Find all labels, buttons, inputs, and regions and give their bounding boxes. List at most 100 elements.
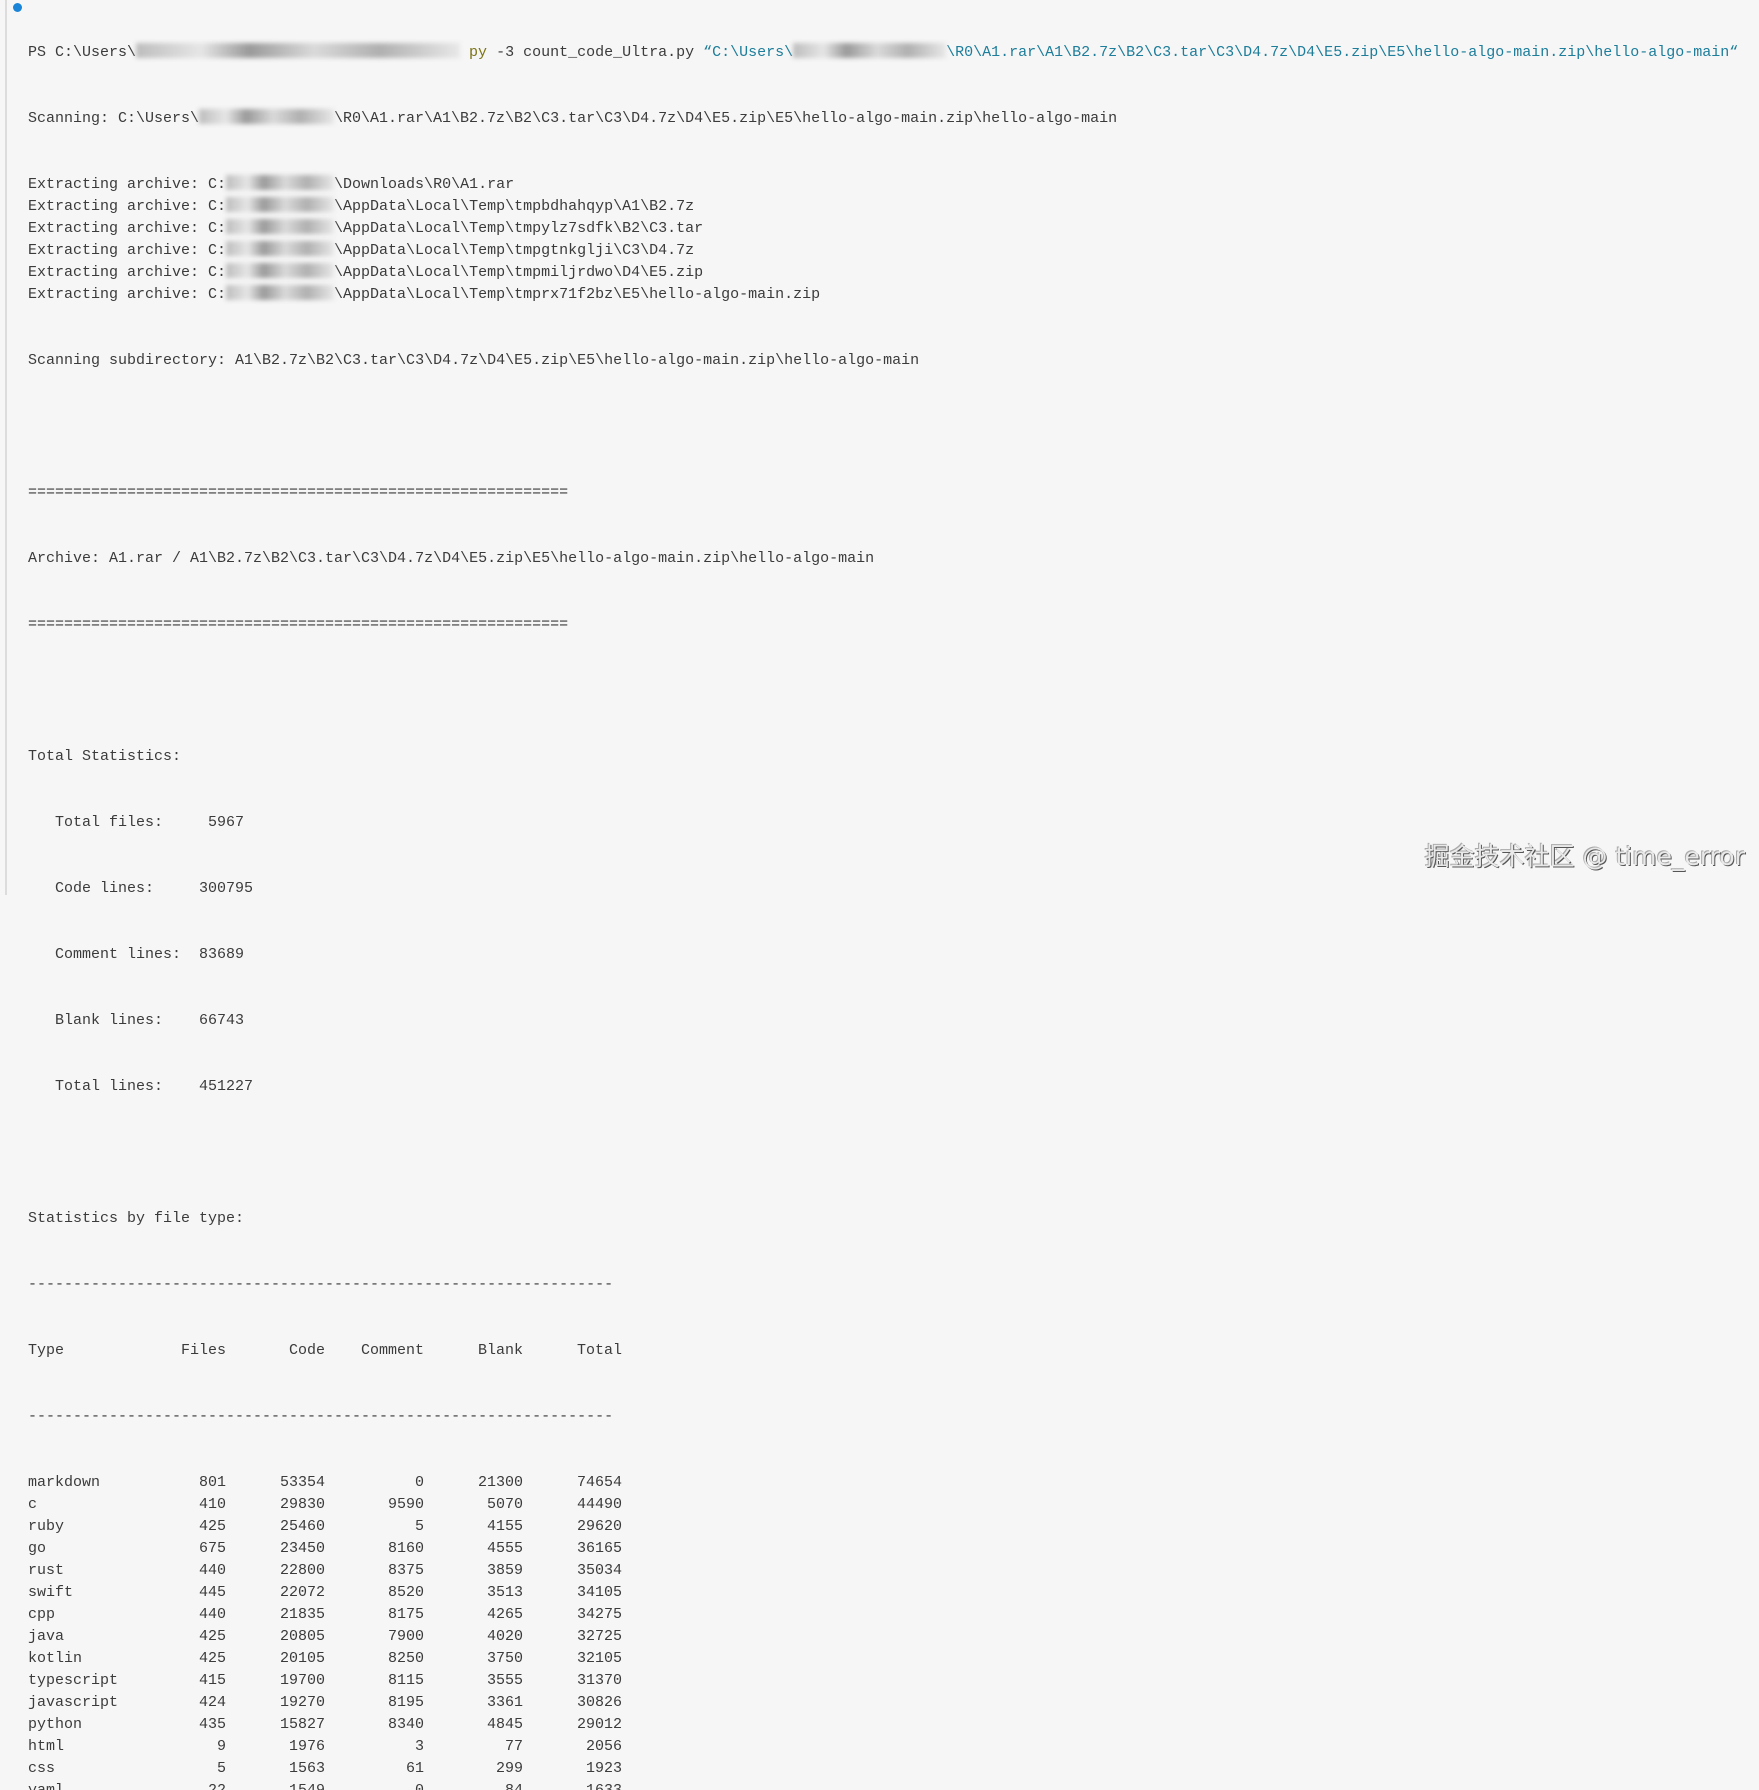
cell-blank: 21300 — [477, 1474, 523, 1491]
cell-type: python — [28, 1716, 83, 1733]
scanning-prefix: Scanning: C:\Users\ — [28, 110, 200, 127]
prompt-line: PS C:\Users\ py -3 count_code_Ultra.py “… — [28, 42, 1738, 64]
table-row: cpp 440 21835 8175 4265 34275 — [28, 1604, 1738, 1626]
redacted-path — [226, 285, 335, 300]
cell-code: 15827 — [279, 1716, 325, 1733]
extracting-line: Extracting archive: C: \AppData\Local\Tem… — [28, 196, 1738, 218]
cell-code: 1549 — [226, 1780, 325, 1790]
cell-type: go — [28, 1540, 47, 1557]
total-stats-title: Total Statistics: — [28, 748, 182, 765]
cell-code: 25460 — [279, 1518, 325, 1535]
cell-type: typescript — [28, 1672, 119, 1689]
cell-files: 675 — [198, 1540, 226, 1557]
scanning-line: Scanning: C:\Users\ \R0\A1.rar\A1\B2.7z\B… — [28, 108, 1738, 130]
cell-type: markdown — [28, 1474, 101, 1491]
extracting-suffix: \AppData\Local\Temp\tmpmiljrdwo\D4\E5.zi… — [334, 264, 704, 281]
extracting-prefix: Extracting archive: C: — [28, 198, 227, 215]
cell-files: 410 — [198, 1496, 226, 1513]
extracting-line: Extracting archive: C: \Downloads\R0\A1.r… — [28, 174, 1738, 196]
cell-blank: 4155 — [486, 1518, 523, 1535]
stat-code-lines: Code lines: 300795 — [28, 880, 254, 897]
cell-comment: 5 — [414, 1518, 424, 1535]
extracting-suffix: \AppData\Local\Temp\tmpylz7sdfk\B2\C3.ta… — [334, 220, 704, 237]
cell-comment: 7900 — [387, 1628, 424, 1645]
cell-total: 36165 — [576, 1540, 622, 1557]
cell-comment: 3 — [414, 1738, 424, 1755]
command-path-arg-end: \R0\A1.rar\A1\B2.7z\B2\C3.tar\C3\D4.7z\D… — [946, 44, 1739, 61]
cell-type: java — [28, 1628, 65, 1645]
table-row: go 675 23450 8160 4555 36165 — [28, 1538, 1738, 1560]
cell-comment: 0 — [325, 1780, 424, 1790]
cell-comment: 9590 — [387, 1496, 424, 1513]
cell-files: 440 — [198, 1562, 226, 1579]
stat-blank-lines: Blank lines: 66743 — [28, 1012, 245, 1029]
redacted-path — [226, 197, 335, 212]
cell-files: 424 — [198, 1694, 226, 1711]
cell-comment: 8340 — [387, 1716, 424, 1733]
cell-code: 19270 — [279, 1694, 325, 1711]
table-header: Type Files Code Comment Blank Total — [28, 1340, 1738, 1362]
table-row: html 9 1976 3 77 2056 — [28, 1736, 1738, 1758]
cell-blank: 5070 — [486, 1496, 523, 1513]
cell-blank: 4020 — [486, 1628, 523, 1645]
cell-files: 5 — [216, 1760, 226, 1777]
cell-code: 1563 — [288, 1760, 325, 1777]
table-row: rust 440 22800 8375 3859 35034 — [28, 1560, 1738, 1582]
cell-comment: 61 — [405, 1760, 424, 1777]
extracting-suffix: \AppData\Local\Temp\tmprx71f2bz\E5\hello… — [334, 286, 821, 303]
extracting-line: Extracting archive: C: \AppData\Local\Tem… — [28, 284, 1738, 306]
cell-code: 20105 — [279, 1650, 325, 1667]
cell-type: html — [28, 1738, 65, 1755]
cell-blank: 84 — [424, 1780, 523, 1790]
command-status-dot-icon[interactable] — [13, 3, 22, 12]
table-row: yaml2215490841633 — [28, 1780, 1738, 1790]
redacted-path — [226, 219, 335, 234]
terminal-output[interactable]: PS C:\Users\ py -3 count_code_Ultra.py “… — [28, 0, 1738, 1790]
table-row: kotlin 425 20105 8250 3750 32105 — [28, 1648, 1738, 1670]
separator: ----------------------------------------… — [28, 1408, 614, 1425]
table-row: swift 445 22072 8520 3513 34105 — [28, 1582, 1738, 1604]
table-row: typescript 415 19700 8115 3555 31370 — [28, 1670, 1738, 1692]
cell-total: 44490 — [576, 1496, 622, 1513]
table-row: python 435 15827 8340 4845 29012 — [28, 1714, 1738, 1736]
cell-total: 1923 — [585, 1760, 622, 1777]
table-row: c 410 29830 9590 5070 44490 — [28, 1494, 1738, 1516]
separator: ========================================… — [28, 484, 569, 501]
cell-blank: 299 — [495, 1760, 523, 1777]
redacted-path — [226, 241, 335, 256]
extracting-prefix: Extracting archive: C: — [28, 286, 227, 303]
cell-comment: 0 — [414, 1474, 424, 1491]
cell-total: 29620 — [576, 1518, 622, 1535]
cell-blank: 3513 — [486, 1584, 523, 1601]
archive-line: Archive: A1.rar / A1\B2.7z\B2\C3.tar\C3\… — [28, 550, 875, 567]
by-type-title: Statistics by file type: — [28, 1210, 245, 1227]
redacted-path — [226, 263, 335, 278]
cell-blank: 3555 — [486, 1672, 523, 1689]
cell-blank: 4265 — [486, 1606, 523, 1623]
redacted-path — [199, 109, 335, 124]
cell-type: javascript — [28, 1694, 119, 1711]
cell-files: 425 — [198, 1518, 226, 1535]
table-row: css 5 1563 61 299 1923 — [28, 1758, 1738, 1780]
cell-type: ruby — [28, 1518, 65, 1535]
redacted-path — [136, 43, 461, 58]
cell-comment: 8520 — [387, 1584, 424, 1601]
cell-blank: 3361 — [486, 1694, 523, 1711]
cell-blank: 4555 — [486, 1540, 523, 1557]
cell-total: 32725 — [576, 1628, 622, 1645]
cell-code: 21835 — [279, 1606, 325, 1623]
header-code: Code — [288, 1342, 325, 1359]
cell-files: 440 — [198, 1606, 226, 1623]
cell-comment: 8250 — [387, 1650, 424, 1667]
extracting-suffix: \AppData\Local\Temp\tmpbdhahqyp\A1\B2.7z — [334, 198, 695, 215]
extracting-suffix: \Downloads\R0\A1.rar — [334, 176, 515, 193]
cell-blank: 77 — [504, 1738, 523, 1755]
cell-files: 425 — [198, 1650, 226, 1667]
cell-files: 445 — [198, 1584, 226, 1601]
extracting-prefix: Extracting archive: C: — [28, 264, 227, 281]
cell-comment: 8160 — [387, 1540, 424, 1557]
extracting-line: Extracting archive: C: \AppData\Local\Tem… — [28, 218, 1738, 240]
cell-files: 22 — [136, 1780, 226, 1790]
extracting-prefix: Extracting archive: C: — [28, 220, 227, 237]
stat-total-lines: Total lines: 451227 — [28, 1078, 254, 1095]
